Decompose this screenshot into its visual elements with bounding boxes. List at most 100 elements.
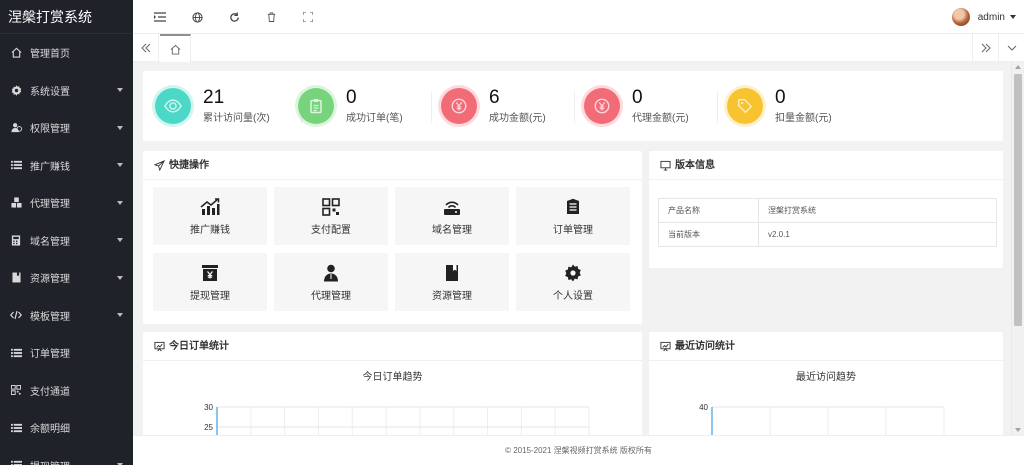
tag-icon: [724, 85, 766, 127]
chevron-down-icon[interactable]: [1010, 15, 1016, 19]
page-scrollbar[interactable]: [1011, 62, 1024, 435]
sidebar-item-label: 模板管理: [30, 311, 70, 323]
list-icon: [9, 346, 23, 360]
sidebar-item[interactable]: 余额明细: [0, 409, 133, 447]
globe-icon[interactable]: [190, 10, 204, 24]
scroll-up-arrow[interactable]: [1015, 65, 1021, 69]
chevron-down-icon: [117, 88, 123, 93]
bookmark-icon: [9, 271, 23, 285]
chevron-down-icon: [117, 275, 123, 280]
sidebar-item-label: 管理首页: [30, 49, 70, 61]
sidebar-item[interactable]: 管理首页: [0, 34, 133, 72]
sidebar-item-label: 订单管理: [30, 349, 70, 361]
sidebar-item[interactable]: 资源管理: [0, 259, 133, 297]
quick-op-withdraw[interactable]: 提现管理: [153, 253, 267, 311]
tab-home[interactable]: [160, 34, 191, 62]
y-tick-label: 25: [204, 423, 213, 432]
tabs-scroll-left-button[interactable]: [133, 34, 159, 62]
monitor-icon: [660, 160, 671, 171]
quick-op-label: 订单管理: [553, 224, 593, 236]
app-title: 涅槃打赏系统: [0, 0, 133, 34]
stat-label: 成功金额(元): [489, 113, 546, 124]
visits-chart-card: 最近访问统计 最近访问趋势 40: [649, 332, 1003, 435]
footer: © 2015-2021 涅槃视频打赏系统 版权所有: [133, 435, 1024, 465]
row-key: 产品名称: [658, 198, 759, 223]
quick-op-profile-settings[interactable]: 个人设置: [516, 253, 630, 311]
stat-orders: 0 成功订单(笔): [295, 85, 403, 127]
chevron-down-icon: [117, 200, 123, 205]
avatar[interactable]: [951, 8, 970, 26]
sidebar: 涅槃打赏系统 管理首页系统设置 权限管理推广赚钱代理管理域名管理资源管理模板管理订…: [0, 0, 133, 465]
quick-op-label: 域名管理: [432, 224, 472, 236]
stat-label: 累计访问量(次): [203, 113, 270, 124]
quick-op-promote[interactable]: 推广赚钱: [153, 187, 267, 245]
double-chevron-left-icon: [140, 43, 150, 53]
chevron-down-icon: [117, 313, 123, 318]
qrcode-icon: [9, 383, 23, 397]
chevron-down-icon: [1007, 45, 1016, 51]
yen-icon: [438, 85, 480, 127]
quick-op-orders[interactable]: 订单管理: [516, 187, 630, 245]
quick-op-agents[interactable]: 代理管理: [274, 253, 388, 311]
sidebar-item-label: 代理管理: [30, 199, 70, 211]
tabs-scroll-right-button[interactable]: [972, 34, 998, 62]
fullscreen-icon[interactable]: [301, 10, 315, 24]
stats-card: 21 累计访问量(次) 0 成功订单(笔) 6 成功金额(元) 0 代理金额(元…: [143, 71, 1003, 141]
quick-op-resources[interactable]: 资源管理: [395, 253, 509, 311]
sidebar-item[interactable]: 模板管理: [0, 297, 133, 335]
bookmark-icon: [442, 263, 462, 283]
divider: [431, 91, 432, 123]
top-header: admin: [133, 0, 1024, 34]
calculator-icon: [9, 233, 23, 247]
sidebar-item[interactable]: 提现管理: [0, 447, 133, 465]
sidebar-item[interactable]: 系统设置: [0, 72, 133, 110]
sidebar-item[interactable]: 支付通道: [0, 372, 133, 410]
yen-icon: [581, 85, 623, 127]
chevron-down-icon: [117, 163, 123, 168]
sidebar-item[interactable]: 域名管理: [0, 222, 133, 260]
user-name[interactable]: admin: [978, 12, 1005, 23]
growth-chart-icon: [200, 197, 220, 217]
quick-op-label: 支付配置: [311, 224, 351, 236]
shrink-menu-icon[interactable]: [153, 10, 167, 24]
stat-agent-amount: 0 代理金额(元): [581, 85, 689, 127]
trash-icon[interactable]: [264, 10, 278, 24]
quick-op-label: 资源管理: [432, 290, 472, 302]
sidebar-item[interactable]: 订单管理: [0, 334, 133, 372]
sidebar-item[interactable]: 推广赚钱: [0, 147, 133, 185]
quick-op-payment-config[interactable]: 支付配置: [274, 187, 388, 245]
sidebar-item[interactable]: 代理管理: [0, 184, 133, 222]
chevron-down-icon: [117, 238, 123, 243]
sidebar-item-label: 支付通道: [30, 386, 70, 398]
sidebar-item[interactable]: 权限管理: [0, 109, 133, 147]
qrcode-icon: [321, 197, 341, 217]
router-icon: [442, 197, 462, 217]
yen-box-icon: [200, 263, 220, 283]
list-box-icon: [563, 197, 583, 217]
row-key: 当前版本: [658, 222, 759, 247]
orders-trend-chart: 30 25: [204, 403, 590, 435]
card-header: 版本信息: [649, 151, 1003, 180]
sidebar-item-label: 推广赚钱: [30, 161, 70, 173]
person-icon: [321, 263, 341, 283]
home-icon: [9, 46, 23, 60]
card-title: 版本信息: [675, 159, 715, 171]
y-tick-label: 30: [204, 403, 213, 412]
row-value: v2.0.1: [758, 222, 997, 247]
quick-op-label: 提现管理: [190, 290, 230, 302]
sidebar-item-label: 资源管理: [30, 274, 70, 286]
row-value: 涅槃打赏系统: [758, 198, 997, 223]
sidebar-nav: 管理首页系统设置 权限管理推广赚钱代理管理域名管理资源管理模板管理订单管理支付通道…: [0, 34, 133, 465]
orders-chart-card: 今日订单统计 今日订单趋势 30 25: [143, 332, 642, 435]
refresh-icon[interactable]: [227, 10, 241, 24]
scroll-down-arrow[interactable]: [1015, 428, 1021, 432]
scrollbar-thumb[interactable]: [1014, 74, 1022, 326]
user-menu[interactable]: admin: [951, 8, 1016, 26]
quick-op-domain[interactable]: 域名管理: [395, 187, 509, 245]
main-content: 21 累计访问量(次) 0 成功订单(笔) 6 成功金额(元) 0 代理金额(元…: [133, 62, 1011, 435]
list-icon: [9, 458, 23, 465]
sidebar-item-label: 余额明细: [30, 424, 70, 436]
cubes-icon: [9, 196, 23, 210]
card-title: 快捷操作: [169, 159, 209, 171]
tabs-menu-button[interactable]: [998, 34, 1024, 62]
